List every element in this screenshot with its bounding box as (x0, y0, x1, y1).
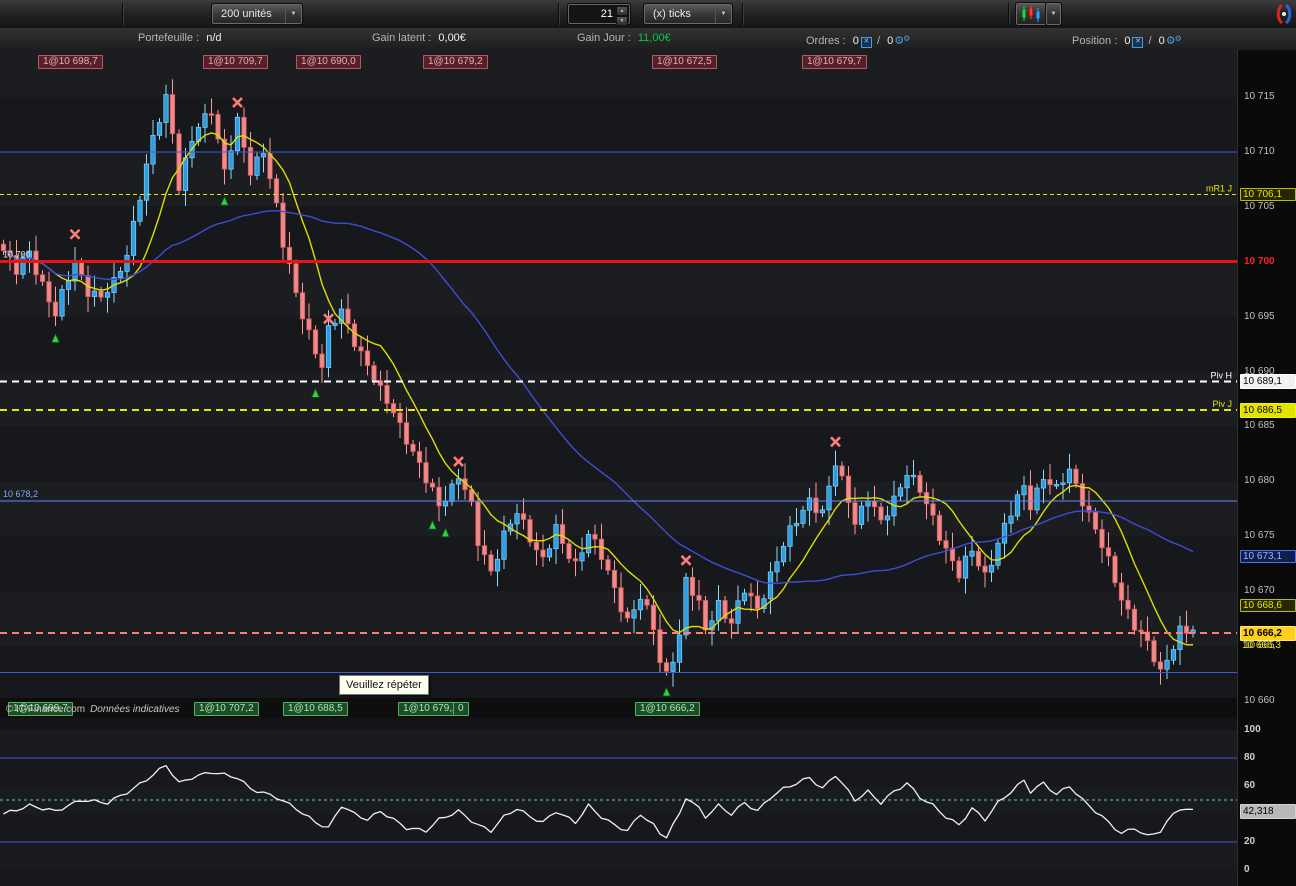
indicator-tick-label: 0 (1244, 864, 1250, 875)
chevron-down-icon: ▼ (1050, 11, 1057, 17)
indicator-tick-label: 60 (1244, 780, 1256, 791)
price-tick-label: 10 710 (1244, 145, 1275, 157)
gain-latent-label: Gain latent : (372, 32, 432, 44)
sell-order-label: 1@10 679,2 (423, 55, 488, 69)
toolbar-separator (122, 3, 124, 25)
orders-close-icon[interactable]: ✕ (860, 37, 872, 48)
price-tick-label: 10 705 (1244, 200, 1275, 212)
gain-day-label: Gain Jour : (577, 32, 631, 44)
orders-settings-icon-small[interactable]: ⚙ (903, 34, 910, 43)
toolbar: 200 unités ▼ 21 ▲ ▼ (x) ticks ▼ ▼ (0, 0, 1296, 29)
price-axis[interactable]: 10 715 10 710 10 705 10 700 10 695 10 690 10 6… (1237, 50, 1296, 886)
toolbar-separator (558, 3, 560, 25)
price-level-badge: 10 686,5 (1240, 402, 1296, 418)
position-count-b: 0 (1158, 35, 1165, 47)
spinner-up-icon[interactable]: ▲ (616, 6, 628, 16)
svg-text:Piv J: Piv J (1212, 399, 1232, 409)
sell-order-label: 1@10 690,0 (296, 55, 361, 69)
orders-count-a: 0 (852, 35, 859, 47)
orders-status: Ordres : 0 ✕ / 0⚙⚙ (806, 28, 910, 52)
position-close-icon[interactable]: ✕ (1132, 37, 1144, 48)
price-tick-label: 10 660 (1244, 694, 1275, 706)
chevron-down-icon[interactable]: ▼ (715, 5, 731, 23)
portfolio-status: Portefeuille : n/d (138, 28, 222, 49)
day-gain-status: Gain Jour : 11,00€ (577, 28, 671, 49)
indicator-tick-label: 80 (1244, 752, 1256, 763)
orders-slash: / (876, 35, 881, 47)
price-tick-label: 10 685 (1244, 420, 1275, 432)
position-settings-icon-small[interactable]: ⚙ (1175, 34, 1182, 43)
portfolio-value: n/d (206, 32, 222, 44)
price-tick-label: 10 675 (1244, 530, 1275, 542)
svg-text:mR1 J: mR1 J (1206, 184, 1232, 194)
gain-day-value: 11,00€ (637, 32, 671, 44)
price-level-badge: 10 673,1 (1240, 550, 1296, 564)
price-level-badge: 10 668,6 (1240, 599, 1296, 613)
portfolio-label: Portefeuille : (138, 32, 200, 44)
buy-order-label: 1@10 707,2 (194, 702, 259, 716)
candlestick-chart[interactable]: mR1 J 10 700 Piv H Piv J 10 678,2 (0, 50, 1237, 718)
app-logo-icon (1276, 3, 1292, 30)
status-bar: Portefeuille : n/d Gain latent : 0,00€ G… (0, 28, 1296, 51)
buy-order-label: 1@10 688,5 (283, 702, 348, 716)
ticks-count-value: 21 (600, 8, 613, 20)
price-tick-label: 10 670 (1244, 585, 1275, 597)
price-chart-panel[interactable]: mR1 J 10 700 Piv H Piv J 10 678,2 1@10 698,7… (0, 50, 1237, 720)
sell-order-label: 1@10 672,5 (652, 55, 717, 69)
price-level-badge: 10 689,1 (1240, 374, 1296, 390)
price-level-badge: 10 666,3 (1242, 639, 1281, 651)
chart-style-button[interactable] (1015, 2, 1047, 26)
units-dropdown-label: 200 unités (221, 8, 272, 20)
position-slash: / (1148, 35, 1152, 47)
position-count-a: 0 (1124, 35, 1131, 47)
sell-order-label: 1@10 709,7 (203, 55, 268, 69)
ticks-count-spinner[interactable]: ▲ ▼ (616, 6, 628, 26)
oscillator-chart[interactable] (0, 718, 1237, 886)
unrealized-gain-status: Gain latent : 0,00€ (372, 28, 466, 49)
indicator-panel[interactable] (0, 718, 1237, 886)
orders-label: Ordres : (806, 35, 846, 47)
copyright-notice: © IT-Finance.com Données indicatives (6, 704, 180, 715)
toolbar-separator (1008, 3, 1010, 25)
trading-platform-window: 200 unités ▼ 21 ▲ ▼ (x) ticks ▼ ▼ Portef… (0, 0, 1296, 886)
copyright-text: © IT-Finance.com (6, 704, 86, 715)
indicator-value-badge: 42,318 (1240, 803, 1296, 819)
indicative-data-text: Données indicatives (90, 704, 180, 715)
price-tick-label: 10 695 (1244, 310, 1275, 322)
gain-latent-value: 0,00€ (438, 32, 466, 44)
position-label: Position : (1072, 35, 1118, 47)
toolbar-separator (742, 3, 744, 25)
buy-order-label: 1@10 666,2 (635, 702, 700, 716)
ticks-type-dropdown[interactable]: (x) ticks ▼ (643, 3, 733, 25)
candlestick-style-icon (1021, 6, 1041, 22)
price-level-badge: 10 706,1 (1240, 187, 1296, 201)
svg-text:10 678,2: 10 678,2 (3, 489, 38, 499)
indicator-tick-label: 100 (1244, 724, 1261, 735)
price-tick-label: 10 700 (1244, 255, 1275, 267)
svg-text:Piv H: Piv H (1210, 370, 1232, 380)
sell-order-label: 1@10 698,7 (38, 55, 103, 69)
sell-order-label: 1@10 679,7 (802, 55, 867, 69)
indicator-tick-label: 20 (1244, 836, 1256, 847)
orders-count-b: 0 (887, 35, 894, 47)
svg-text:10 700: 10 700 (3, 250, 31, 260)
buy-order-label: 0 (453, 702, 469, 716)
chart-style-dropdown[interactable]: ▼ (1045, 2, 1062, 26)
chevron-down-icon[interactable]: ▼ (285, 5, 301, 23)
ticks-type-label: (x) ticks (653, 8, 691, 20)
ticks-count-input[interactable]: 21 ▲ ▼ (567, 3, 631, 26)
units-dropdown[interactable]: 200 unités ▼ (211, 3, 303, 25)
position-status: Position : 0 ✕ / 0⚙⚙ (1072, 28, 1182, 52)
repeat-tooltip: Veuillez répéter (339, 675, 429, 695)
price-tick-label: 10 680 (1244, 475, 1275, 487)
spinner-down-icon[interactable]: ▼ (616, 16, 628, 26)
price-tick-label: 10 715 (1244, 91, 1275, 102)
